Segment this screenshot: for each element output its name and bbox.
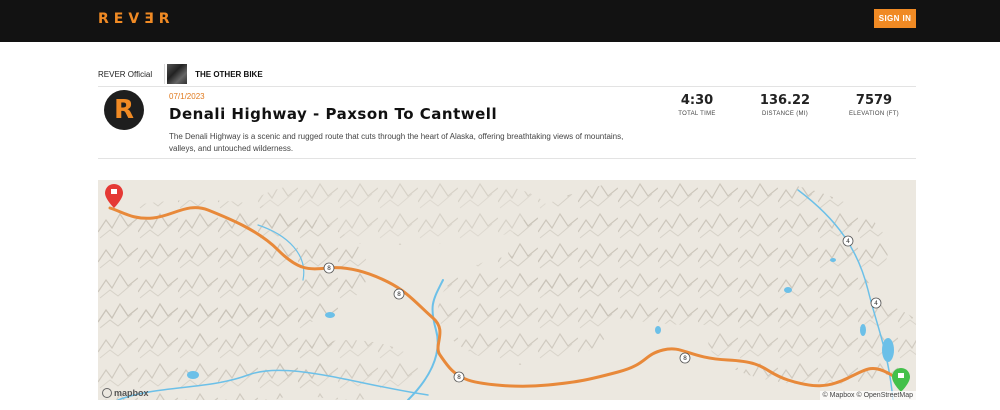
- breadcrumb-collection-link[interactable]: THE OTHER BIKE: [195, 70, 263, 79]
- stat-distance: 136.22 DISTANCE (MI): [745, 93, 825, 117]
- ride-description: The Denali Highway is a scenic and rugge…: [169, 132, 624, 153]
- highway-shield-icon: 4: [870, 297, 882, 309]
- top-navigation-bar: REVƎR SIGN IN: [0, 0, 1000, 42]
- stat-label: DISTANCE (MI): [761, 111, 809, 117]
- stat-value: 7579: [855, 93, 893, 108]
- map-canvas[interactable]: 8 8 8 8 4 4: [98, 180, 916, 400]
- stat-value: 4:30: [680, 93, 714, 108]
- rever-logo[interactable]: REVƎR: [98, 11, 175, 27]
- avatar-letter: R: [113, 95, 135, 125]
- map-attribution[interactable]: © Mapbox © OpenStreetMap: [819, 391, 916, 400]
- mapbox-logo[interactable]: mapbox: [102, 388, 149, 398]
- shield-label: 4: [846, 238, 850, 245]
- ride-date: 07/1/2023: [169, 92, 205, 101]
- ride-title: Denali Highway - Paxson To Cantwell: [169, 105, 498, 123]
- shield-label: 8: [457, 374, 461, 381]
- route-map[interactable]: 8 8 8 8 4 4 mapbox © Mapbox © OpenStreet…: [98, 180, 916, 400]
- divider: [98, 86, 916, 87]
- sign-in-button[interactable]: SIGN IN: [874, 9, 916, 28]
- stat-label: TOTAL TIME: [678, 111, 716, 117]
- highway-shield-icon: 4: [842, 235, 854, 247]
- shield-label: 8: [683, 355, 687, 362]
- mapbox-label: mapbox: [114, 388, 149, 398]
- collection-thumbnail[interactable]: [167, 64, 188, 84]
- highway-shield-icon: 8: [453, 371, 465, 383]
- breadcrumb-divider: [164, 64, 166, 84]
- stat-elevation: 7579 ELEVATION (FT): [834, 93, 914, 117]
- highway-shield-icon: 8: [679, 352, 691, 364]
- shield-label: 8: [397, 291, 401, 298]
- shield-label: 8: [327, 265, 331, 272]
- divider: [98, 158, 916, 159]
- highway-shield-icon: 8: [393, 288, 405, 300]
- stat-value: 136.22: [759, 93, 811, 108]
- stat-total-time: 4:30 TOTAL TIME: [657, 93, 737, 117]
- breadcrumb: REVER Official THE OTHER BIKE: [98, 64, 263, 84]
- highway-shield-icon: 8: [323, 262, 335, 274]
- breadcrumb-owner-link[interactable]: REVER Official: [98, 70, 152, 79]
- shield-label: 4: [874, 300, 878, 307]
- stat-label: ELEVATION (FT): [849, 111, 899, 117]
- mapbox-icon: [102, 388, 112, 398]
- rever-avatar[interactable]: R: [104, 90, 144, 130]
